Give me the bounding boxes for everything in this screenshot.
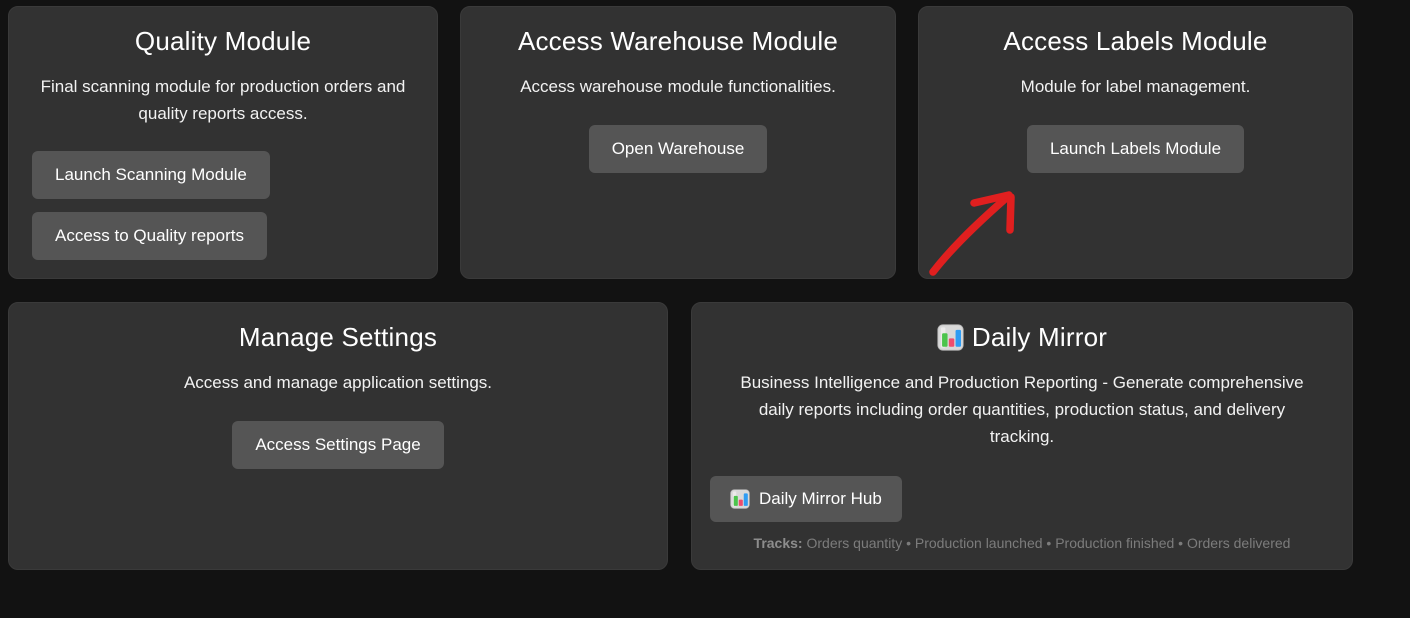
open-warehouse-button[interactable]: Open Warehouse	[589, 125, 768, 173]
tracks-items: Orders quantity • Production launched • …	[806, 535, 1290, 551]
card-manage-settings: Manage Settings Access and manage applic…	[8, 302, 668, 570]
manage-settings-description: Access and manage application settings.	[24, 369, 652, 396]
tracks-label: Tracks:	[754, 535, 803, 551]
warehouse-module-title: Access Warehouse Module	[476, 25, 880, 57]
quality-module-title: Quality Module	[24, 25, 422, 57]
dashboard-row-1: Quality Module Final scanning module for…	[8, 6, 1353, 279]
quality-module-buttons: Launch Scanning Module Access to Quality…	[32, 151, 422, 260]
daily-mirror-hub-label: Daily Mirror Hub	[759, 489, 882, 509]
access-settings-page-button[interactable]: Access Settings Page	[232, 421, 443, 469]
launch-scanning-module-button[interactable]: Launch Scanning Module	[32, 151, 270, 199]
card-daily-mirror: Daily Mirror Business Intelligence and P…	[691, 302, 1353, 570]
manage-settings-title: Manage Settings	[24, 321, 652, 353]
card-access-warehouse-module: Access Warehouse Module Access warehouse…	[460, 6, 896, 279]
access-quality-reports-button[interactable]: Access to Quality reports	[32, 212, 267, 260]
quality-module-description: Final scanning module for production ord…	[24, 73, 422, 127]
daily-mirror-description: Business Intelligence and Production Rep…	[707, 369, 1337, 450]
daily-mirror-title: Daily Mirror	[707, 321, 1337, 353]
open-warehouse-label: Open Warehouse	[612, 139, 745, 159]
daily-mirror-button-row: Daily Mirror Hub	[710, 476, 1337, 522]
warehouse-button-row: Open Warehouse	[476, 125, 880, 173]
launch-labels-module-button[interactable]: Launch Labels Module	[1027, 125, 1244, 173]
card-access-labels-module: Access Labels Module Module for label ma…	[918, 6, 1353, 279]
labels-module-title: Access Labels Module	[934, 25, 1337, 57]
access-quality-reports-label: Access to Quality reports	[55, 226, 244, 245]
warehouse-module-description: Access warehouse module functionalities.	[476, 73, 880, 100]
launch-labels-module-label: Launch Labels Module	[1050, 139, 1221, 159]
daily-mirror-tracks: Tracks: Orders quantity • Production lau…	[707, 535, 1337, 551]
modules-dashboard: Quality Module Final scanning module for…	[8, 6, 1353, 570]
daily-mirror-title-text: Daily Mirror	[972, 322, 1107, 352]
access-settings-page-label: Access Settings Page	[255, 435, 420, 455]
bar-chart-icon	[937, 324, 964, 351]
bar-chart-icon	[730, 489, 750, 509]
dashboard-row-2: Manage Settings Access and manage applic…	[8, 302, 1353, 570]
card-quality-module: Quality Module Final scanning module for…	[8, 6, 438, 279]
settings-button-row: Access Settings Page	[24, 421, 652, 469]
labels-button-row: Launch Labels Module	[934, 125, 1337, 173]
daily-mirror-hub-button[interactable]: Daily Mirror Hub	[710, 476, 902, 522]
launch-scanning-module-label: Launch Scanning Module	[55, 165, 247, 184]
labels-module-description: Module for label management.	[934, 73, 1337, 100]
